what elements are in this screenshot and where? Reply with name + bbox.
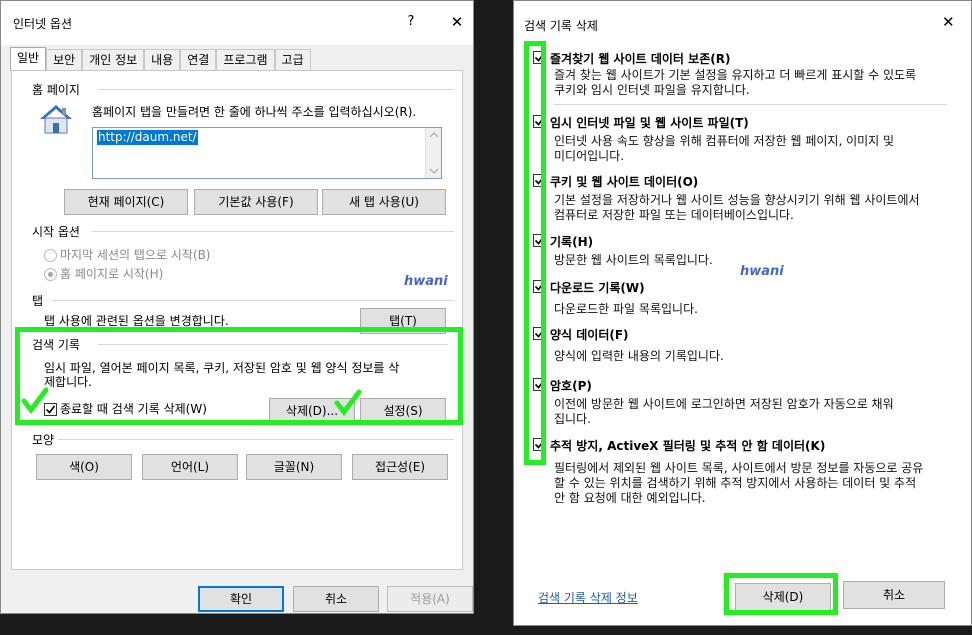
tab-security[interactable]: 보안 — [46, 49, 83, 71]
close-button[interactable]: ✕ — [447, 11, 467, 33]
divider — [98, 89, 454, 90]
form-data-desc-line1: 양식에 입력한 내용의 기록입니다. — [554, 349, 724, 363]
cookies-desc-line1: 기본 설정을 저장하거나 웹 사이트 성능을 향상시키기 위해 웹 사이트에서 — [554, 193, 920, 207]
watermark: hwani — [740, 264, 784, 279]
title-bar: 인터넷 옵션 ? ✕ — [1, 1, 473, 45]
internet-options-dialog: 인터넷 옵션 ? ✕ 일반 보안 개인 정보 내용 연결 프로그램 고급 홈 페… — [0, 0, 474, 614]
house-icon — [38, 103, 74, 135]
appearance-heading: 모양 — [32, 433, 55, 447]
temp-files-desc-line2: 미디어입니다. — [554, 149, 625, 163]
tab-privacy[interactable]: 개인 정보 — [82, 49, 145, 71]
passwords-desc-line2: 집니다. — [554, 412, 591, 426]
cancel-button[interactable]: 취소 — [843, 581, 945, 609]
preserve-favorites-desc-line1: 즐겨 찾는 웹 사이트가 기본 설정을 유지하고 더 빠르게 표시할 수 있도록 — [554, 68, 917, 82]
highlight-box — [15, 327, 463, 425]
tracking-protection-desc-line1: 필터링에서 제외된 웹 사이트 목록, 사이트에서 방문 정보를 자동으로 공유 — [554, 461, 924, 475]
watermark: hwani — [404, 274, 448, 289]
help-button[interactable]: ? — [401, 11, 421, 33]
highlight-box — [524, 41, 546, 465]
download-history-label: 다운로드 기록(W) — [550, 281, 645, 295]
temp-files-label: 임시 인터넷 파일 및 웹 사이트 파일(T) — [550, 116, 749, 130]
delete-browsing-history-dialog: 검색 기록 삭제 ✕ 즐겨찾기 웹 사이트 데이터 보존(R) 즐겨 찾는 웹 … — [513, 0, 972, 626]
green-checkmark-icon — [334, 389, 362, 420]
passwords-desc-line1: 이전에 방문한 웹 사이트에 로그인하면 저장된 암호가 자동으로 채워 — [554, 397, 894, 411]
temp-files-desc-line1: 인터넷 사용 속도 향상을 위해 컴퓨터에 저장한 웹 페이지, 이미지 및 — [554, 134, 895, 148]
home-url-textarea[interactable]: http://daum.net/ — [92, 127, 442, 179]
fonts-button[interactable]: 글꼴(N) — [246, 454, 342, 480]
home-url-text: http://daum.net/ — [97, 130, 198, 145]
home-instruction: 홈페이지 탭을 만들려면 한 줄에 하나씩 주소를 입력하십시오(R). — [92, 105, 417, 119]
startup-home-label: 홈 페이지로 시작(H) — [60, 267, 164, 281]
tab-general[interactable]: 일반 — [10, 47, 47, 71]
tabs-heading: 탭 — [32, 294, 44, 308]
tracking-protection-label: 추적 방지, ActiveX 필터링 및 추적 안 함 데이터(K) — [550, 439, 826, 453]
divider — [92, 231, 454, 232]
tab-advanced[interactable]: 고급 — [274, 49, 311, 71]
use-default-button[interactable]: 기본값 사용(F) — [194, 189, 318, 215]
green-checkmark-icon — [21, 387, 49, 418]
divider — [52, 300, 454, 301]
tracking-protection-desc-line3: 안 함 요청에 대한 예외입니다. — [554, 491, 706, 505]
textarea-scrollbar[interactable] — [425, 128, 441, 178]
cookies-desc-line2: 컴퓨터로 저장한 파일 또는 데이터베이스입니다. — [554, 208, 794, 222]
cookies-label: 쿠키 및 웹 사이트 데이터(O) — [550, 175, 699, 189]
download-history-desc-line1: 다운로드한 파일 목록입니다. — [554, 302, 698, 316]
tab-programs[interactable]: 프로그램 — [216, 49, 275, 71]
dialog-title: 검색 기록 삭제 — [524, 19, 598, 33]
startup-heading: 시작 옵션 — [32, 225, 80, 239]
accessibility-button[interactable]: 접근성(E) — [352, 454, 448, 480]
startup-last-session-radio[interactable] — [44, 249, 57, 262]
general-tab-panel: 홈 페이지 홈페이지 탭을 만들려면 한 줄에 하나씩 주소를 입력하십시오(R… — [11, 70, 463, 570]
delete-info-link[interactable]: 검색 기록 삭제 정보 — [538, 589, 638, 606]
form-data-label: 양식 데이터(F) — [550, 328, 629, 342]
tab-connections[interactable]: 연결 — [180, 49, 217, 71]
colors-button[interactable]: 색(O) — [36, 454, 132, 480]
apply-button[interactable]: 적용(A) — [387, 586, 473, 612]
preserve-favorites-label: 즐겨찾기 웹 사이트 데이터 보존(R) — [550, 52, 731, 66]
dialog-title: 인터넷 옵션 — [13, 17, 73, 31]
cancel-button[interactable]: 취소 — [293, 586, 379, 612]
preserve-favorites-desc-line2: 쿠키와 임시 인터넷 파일을 유지합니다. — [554, 83, 750, 97]
startup-home-radio[interactable] — [44, 268, 57, 281]
divider — [58, 439, 454, 440]
tab-content[interactable]: 내용 — [144, 49, 181, 71]
languages-button[interactable]: 언어(L) — [142, 454, 238, 480]
close-button[interactable]: ✕ — [942, 13, 955, 31]
divider — [554, 104, 947, 105]
history-label: 기록(H) — [550, 235, 594, 249]
ok-button[interactable]: 확인 — [198, 586, 284, 612]
tab-strip: 일반 보안 개인 정보 내용 연결 프로그램 고급 — [10, 47, 311, 71]
passwords-label: 암호(P) — [550, 379, 592, 393]
use-current-button[interactable]: 현재 페이지(C) — [64, 189, 188, 215]
startup-last-session-label: 마지막 세션의 탭으로 시작(B) — [60, 248, 211, 262]
tracking-protection-desc-line2: 할 수 있는 위치를 검색하기 위해 추적 방지에서 사용하는 데이터 및 추적 — [554, 476, 917, 490]
highlight-box — [724, 573, 838, 615]
home-page-heading: 홈 페이지 — [32, 83, 80, 97]
use-new-tab-button[interactable]: 새 탭 사용(U) — [322, 189, 446, 215]
